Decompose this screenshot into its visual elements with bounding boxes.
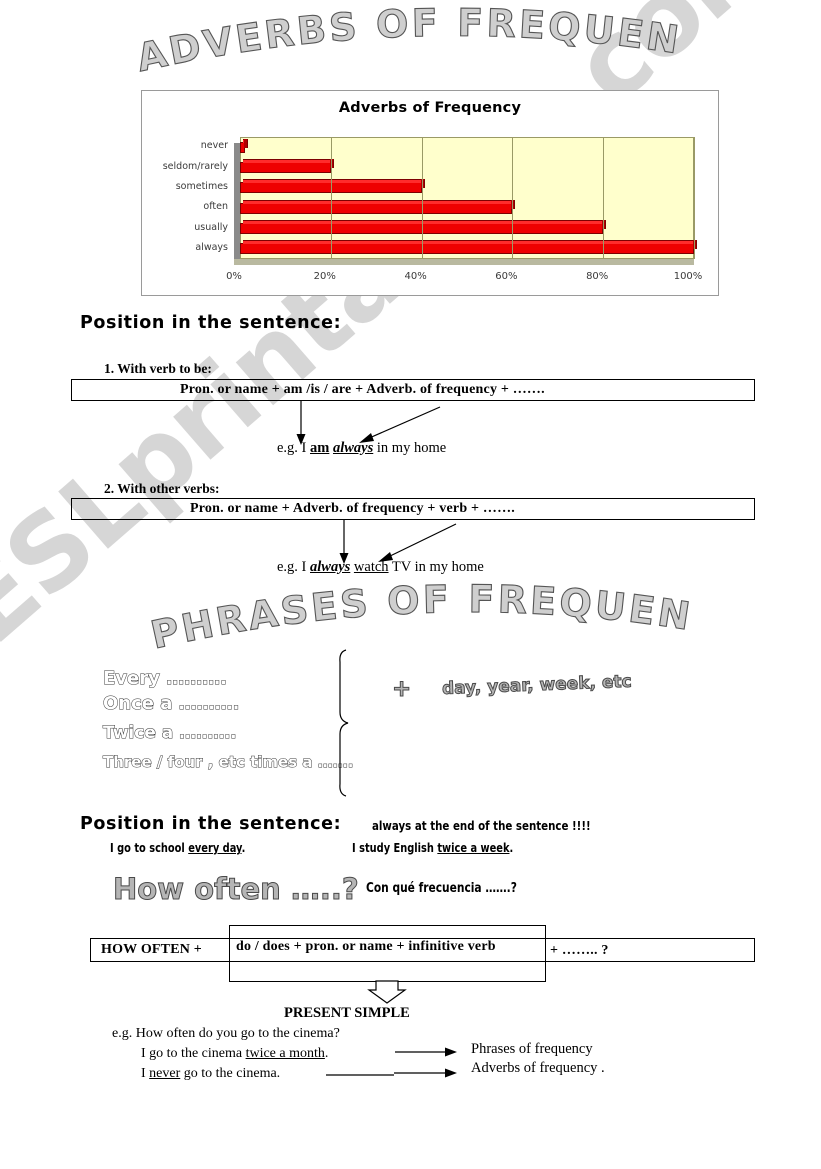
- chart-gridline: [330, 137, 332, 259]
- example-right: I study English twice a week.: [352, 841, 513, 855]
- eg-answer-1-underlined: twice a month: [245, 1046, 325, 1061]
- example-left: I go to school every day.: [110, 841, 245, 855]
- arrow-to-adverbs: [326, 1068, 457, 1078]
- eg-answer-2-prefix: I: [141, 1066, 150, 1081]
- rule-2-label: 2. With other verbs:: [104, 481, 220, 496]
- how-often-inner-box: do / does + pron. or name + infinitive v…: [229, 925, 546, 982]
- how-often-formula-suffix: + …….. ?: [550, 943, 609, 958]
- chart-tick-label: 40%: [404, 271, 427, 282]
- chart-category-label: always: [195, 241, 228, 253]
- example-left-suffix: .: [241, 841, 246, 855]
- rule-1-formula-text: Pron. or name + am /is / are + Adverb. o…: [180, 382, 545, 397]
- eg-answer-2: I never go to the cinema.: [141, 1066, 280, 1082]
- chart-bar: [240, 240, 697, 255]
- chart-tick-label: 60%: [495, 271, 518, 282]
- how-often-formula-prefix: HOW OFTEN +: [101, 942, 202, 957]
- label-phrases-of-frequency: Phrases of frequency: [471, 1041, 593, 1057]
- eg-question-text: How often do you go to the cinema?: [135, 1026, 340, 1041]
- position-heading-2: Position in the sentence:: [80, 814, 342, 834]
- example-right-suffix: .: [509, 841, 514, 855]
- chart-bar-row: [234, 178, 694, 198]
- phrases-right-text: day, year, week, etc: [441, 671, 633, 699]
- eg-answer-2-suffix: go to the cinema.: [180, 1066, 281, 1081]
- how-often-inner-text: do / does + pron. or name + infinitive v…: [236, 939, 496, 954]
- chart-gridline: [603, 137, 605, 259]
- adverbs-frequency-chart: Adverbs of Frequency never seldom/rarely s…: [141, 90, 719, 296]
- rule-2-arrows: [339, 520, 457, 564]
- chart-bar: [240, 138, 248, 153]
- chart-bar-row: [234, 218, 694, 238]
- chart-floor: [234, 259, 694, 265]
- block-down-arrow: [367, 980, 407, 1004]
- chart-bar-top-face: [243, 179, 423, 184]
- present-simple-label: PRESENT SIMPLE: [284, 1005, 410, 1021]
- phrases-title-text: PHRASES OF FREQUENCY: [94, 563, 695, 657]
- main-title-svg: ADVERBS OF FREQUENCY: [94, 0, 682, 81]
- chart-bar-row: [234, 239, 697, 259]
- phrase-item: Three / four , etc times a …….: [102, 753, 354, 772]
- arrow-to-phrases: [395, 1047, 457, 1057]
- example-right-underlined: twice a week: [437, 841, 510, 855]
- example-right-prefix: I study English: [352, 841, 438, 855]
- chart-gridline: [694, 137, 695, 259]
- eg-answer-2-underlined: never: [149, 1066, 181, 1081]
- rule-2-formula-text: Pron. or name + Adverb. of frequency + v…: [190, 501, 515, 516]
- main-title-text: ADVERBS OF FREQUENCY: [94, 0, 684, 80]
- chart-bar-top-face: [243, 219, 605, 224]
- example-left-underlined: every day: [188, 841, 242, 855]
- chart-tick-label: 0%: [226, 271, 242, 282]
- main-title-wordart: ADVERBS OF FREQUENCY: [0, 0, 821, 84]
- eg-question-prefix: e.g.: [112, 1026, 136, 1041]
- chart-tick-label: 80%: [586, 271, 609, 282]
- eg-answer-1: I go to the cinema twice a month.: [141, 1046, 328, 1062]
- chart-bar-top-face: [243, 240, 695, 245]
- chart-bar-row: [234, 198, 694, 218]
- how-often-text: How often …..?: [113, 872, 360, 907]
- chart-tick-label: 20%: [313, 271, 336, 282]
- chart-category-label: seldom/rarely: [162, 160, 228, 172]
- chart-bar-top-face: [243, 199, 514, 204]
- chart-bar: [240, 199, 516, 214]
- eg-question-line: e.g. How often do you go to the cinema?: [112, 1026, 340, 1042]
- rule-2-eg-prefix: e.g. I: [277, 559, 311, 575]
- chart-bar-top-face: [243, 158, 332, 163]
- rule-1-arrows: [296, 401, 441, 445]
- chart-bar: [240, 158, 334, 173]
- chart-bar-row: [234, 137, 694, 157]
- chart-category-label: usually: [194, 221, 228, 233]
- chart-category-label: sometimes: [175, 180, 228, 192]
- example-left-prefix: I go to school: [110, 841, 189, 855]
- chart-category-label: never: [200, 140, 228, 152]
- phrase-item: Every ……….: [103, 668, 228, 690]
- chart-title: Adverbs of Frequency: [338, 100, 522, 116]
- chart-bar-side-face: [243, 138, 248, 148]
- eg-answer-1-suffix: .: [324, 1046, 329, 1061]
- rule-2-formula-box: Pron. or name + Adverb. of frequency + v…: [71, 498, 755, 520]
- label-adverbs-of-frequency: Adverbs of frequency .: [471, 1060, 605, 1076]
- phrases-title-svg: PHRASES OF FREQUENCY: [94, 562, 693, 658]
- phrases-plus-sign: +: [391, 676, 412, 703]
- position-heading-1: Position in the sentence:: [80, 313, 342, 333]
- how-often-spanish: Con qué frecuencia …….?: [366, 881, 517, 896]
- chart-tick-label: 100%: [673, 271, 703, 282]
- curly-brace: [339, 649, 349, 797]
- chart-gridline: [512, 137, 514, 259]
- chart-plot-area: [234, 137, 697, 265]
- rule-1-formula-box: Pron. or name + am /is / are + Adverb. o…: [71, 379, 755, 401]
- phrases-title-wordart: PHRASES OF FREQUENCY: [0, 562, 821, 660]
- chart-category-label: often: [203, 201, 228, 213]
- eg-answer-1-prefix: I go to the cinema: [141, 1046, 246, 1061]
- position-note: always at the end of the sentence !!!!: [372, 818, 591, 833]
- rule-1-label: 1. With verb to be:: [104, 361, 212, 376]
- phrase-item: Once a ……….: [103, 693, 241, 715]
- chart-bar-row: [234, 157, 694, 177]
- chart-gridline: [421, 137, 423, 259]
- phrase-item: Twice a ……….: [103, 723, 238, 744]
